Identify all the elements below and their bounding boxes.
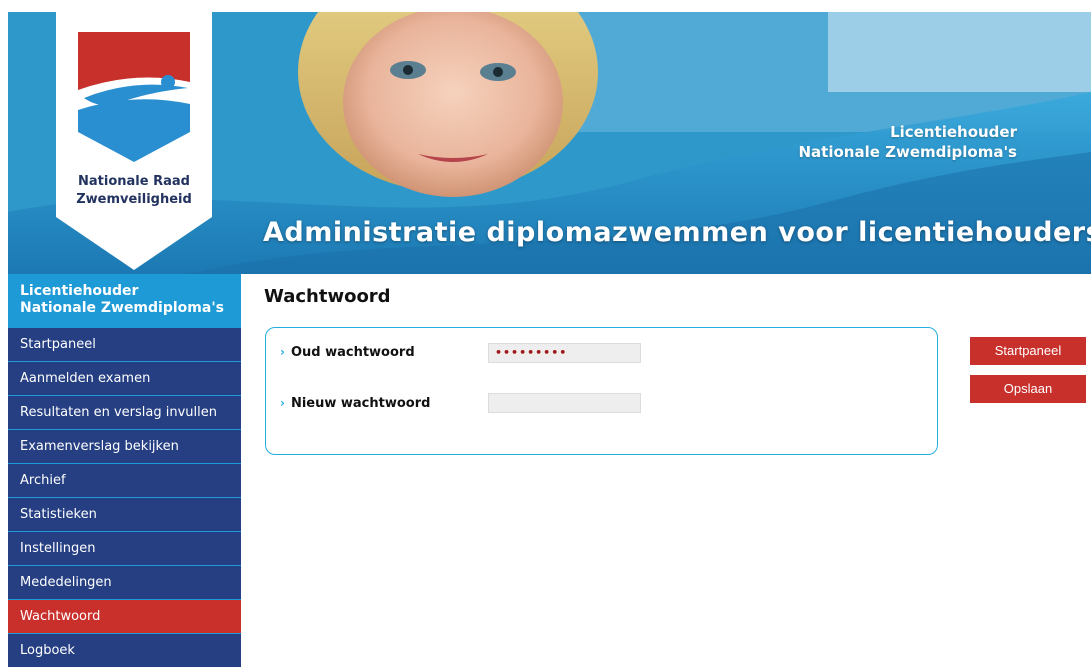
licence-line-2: Nationale Zwemdiploma's bbox=[798, 143, 1017, 161]
sidebar-item-resultaten[interactable]: Resultaten en verslag invullen bbox=[8, 395, 241, 429]
bullet-caret-icon: › bbox=[280, 396, 285, 410]
header-banner: Nationale Raad Zwemveiligheid Licentieho… bbox=[8, 12, 1091, 274]
sidebar-nav: Startpaneel Aanmelden examen Resultaten … bbox=[8, 327, 241, 667]
sidebar: Licentiehouder Nationale Zwemdiploma's S… bbox=[8, 274, 241, 667]
new-password-input[interactable] bbox=[488, 393, 641, 413]
licence-heading: Licentiehouder Nationale Zwemdiploma's bbox=[798, 122, 1017, 162]
new-password-label: Nieuw wachtwoord bbox=[290, 395, 431, 411]
sidebar-item-startpaneel[interactable]: Startpaneel bbox=[8, 327, 241, 361]
logo-line-2: Zwemveiligheid bbox=[76, 192, 192, 207]
sidebar-item-examenverslag[interactable]: Examenverslag bekijken bbox=[8, 429, 241, 463]
banner-title: Administratie diplomazwemmen voor licent… bbox=[263, 217, 1091, 248]
password-form: › Oud wachtwoord ••••••••• › Nieuw wacht… bbox=[265, 327, 938, 455]
sidebar-item-archief[interactable]: Archief bbox=[8, 463, 241, 497]
nrz-logo-icon bbox=[56, 12, 212, 270]
sidebar-item-logboek[interactable]: Logboek bbox=[8, 633, 241, 667]
old-password-row: › Oud wachtwoord bbox=[280, 342, 415, 362]
old-password-input[interactable]: ••••••••• bbox=[488, 343, 641, 363]
sidebar-header-line-1: Licentiehouder bbox=[20, 283, 139, 299]
new-password-row: › Nieuw wachtwoord bbox=[280, 393, 430, 413]
save-button[interactable]: Opslaan bbox=[970, 375, 1086, 403]
sidebar-item-instellingen[interactable]: Instellingen bbox=[8, 531, 241, 565]
sidebar-item-aanmelden-examen[interactable]: Aanmelden examen bbox=[8, 361, 241, 395]
sidebar-item-statistieken[interactable]: Statistieken bbox=[8, 497, 241, 531]
logo-line-1: Nationale Raad bbox=[78, 174, 190, 189]
sidebar-header-line-2: Nationale Zwemdiploma's bbox=[20, 300, 224, 316]
page-title: Wachtwoord bbox=[264, 286, 391, 307]
sidebar-item-mededelingen[interactable]: Mededelingen bbox=[8, 565, 241, 599]
logo-text: Nationale Raad Zwemveiligheid bbox=[56, 173, 212, 209]
licence-line-1: Licentiehouder bbox=[890, 123, 1017, 141]
old-password-label: Oud wachtwoord bbox=[290, 344, 415, 360]
sidebar-header: Licentiehouder Nationale Zwemdiploma's bbox=[8, 274, 241, 327]
sidebar-item-wachtwoord[interactable]: Wachtwoord bbox=[8, 599, 241, 633]
bullet-caret-icon: › bbox=[280, 345, 285, 359]
startpaneel-button[interactable]: Startpaneel bbox=[970, 337, 1086, 365]
